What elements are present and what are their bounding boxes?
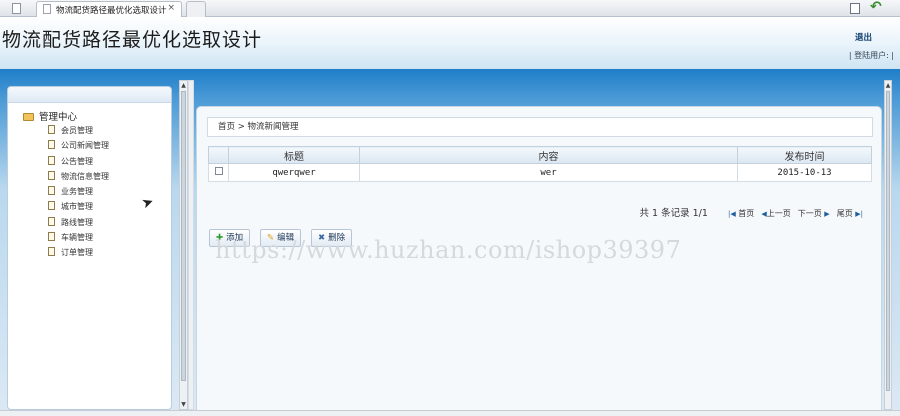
scrollbar-thumb[interactable] xyxy=(181,91,186,381)
page-icon xyxy=(48,247,55,257)
document-icon xyxy=(43,4,51,14)
sidebar-item-label: 会员管理 xyxy=(61,126,93,135)
sidebar-item-label: 车辆管理 xyxy=(61,233,93,243)
watermark: https://www.huzhan.com/ishop39397 xyxy=(215,236,682,264)
breadcrumb: 首页 > 物流新闻管理 xyxy=(207,117,873,137)
page-icon xyxy=(48,155,55,165)
cell-date: 2015-10-13 xyxy=(737,163,872,182)
sidebar-item-vehicle[interactable]: 车辆管理 xyxy=(48,232,109,247)
back-arrow-icon[interactable]: ↶ xyxy=(870,0,882,15)
sidebar-item-label: 路线管理 xyxy=(61,217,93,227)
page-icon xyxy=(48,140,55,150)
cell-content: wer xyxy=(359,163,738,182)
first-page-link[interactable]: |◀ 首页 xyxy=(728,209,754,218)
status-bar xyxy=(0,410,900,416)
news-table: 标题 内容 发布时间 qwerqwer wer 2015-10-13 xyxy=(208,146,872,182)
sidebar-root[interactable]: 管理中心 xyxy=(23,109,77,123)
sidebar-item-order[interactable]: 订单管理 xyxy=(48,247,109,262)
column-header-date[interactable]: 发布时间 xyxy=(737,146,872,164)
splitter-handle[interactable] xyxy=(188,80,194,410)
sidebar-header xyxy=(8,87,171,103)
prev-page-link[interactable]: ◀上一页 xyxy=(761,209,790,218)
record-summary: 共 1 条记录 1/1 xyxy=(639,208,708,219)
next-page-label: 下一页 xyxy=(797,209,822,218)
page-icon[interactable] xyxy=(12,3,21,14)
sidebar-item-member[interactable]: 会员管理 xyxy=(48,125,109,140)
column-header-title[interactable]: 标题 xyxy=(228,146,360,164)
app-header: 物流配货路径最优化选取设计 退出 | 登陆用户: | xyxy=(0,17,900,69)
scroll-up-icon[interactable]: ▲ xyxy=(180,81,187,90)
last-page-icon: ▶| xyxy=(855,210,863,218)
sidebar-item-company-news[interactable]: 公司新闻管理 xyxy=(48,140,109,155)
browser-tab[interactable]: 物流配货路径最优化选取设计 × xyxy=(36,1,182,17)
column-header-content[interactable]: 内容 xyxy=(359,146,738,164)
sidebar-menu: 会员管理 公司新闻管理 公告管理 物流信息管理 业务管理 城市管理 路线管理 车… xyxy=(48,125,109,263)
last-page-link[interactable]: 尾页 ▶| xyxy=(837,209,863,218)
sidebar-item-label: 城市管理 xyxy=(61,202,93,212)
logged-in-user: | 登陆用户: | xyxy=(848,51,894,60)
sidebar-item-label: 业务管理 xyxy=(61,187,93,197)
page-title: 物流配货路径最优化选取设计 xyxy=(2,29,263,51)
page-icon xyxy=(48,201,55,211)
scrollbar-thumb[interactable] xyxy=(886,91,890,391)
scroll-down-icon[interactable]: ▼ xyxy=(180,400,187,409)
sidebar-item-route[interactable]: 路线管理 xyxy=(48,216,109,232)
sidebar-item-notice[interactable]: 公告管理 xyxy=(48,155,109,171)
pagination: 共 1 条记录 1/1 |◀ 首页 ◀上一页 下一页 ▶ 尾页 ▶| xyxy=(640,205,863,219)
folder-open-icon xyxy=(23,113,34,121)
main-scrollbar[interactable]: ▲ xyxy=(884,80,892,410)
cell-title: qwerqwer xyxy=(228,163,360,182)
page-icon xyxy=(48,216,55,226)
tab-title: 物流配货路径最优化选取设计 xyxy=(56,6,167,16)
next-page-icon: ▶ xyxy=(824,210,830,218)
sidebar-item-label: 公告管理 xyxy=(61,156,93,166)
next-page-link[interactable]: 下一页 ▶ xyxy=(798,209,830,218)
sidebar-item-label: 公司新闻管理 xyxy=(61,141,109,151)
page-icon xyxy=(48,170,55,180)
tab-close-icon[interactable]: × xyxy=(167,3,175,13)
table-header-row: 标题 内容 发布时间 xyxy=(208,146,872,164)
sidebar-item-label: 订单管理 xyxy=(61,248,93,258)
table-row[interactable]: qwerqwer wer 2015-10-13 xyxy=(208,163,872,182)
new-tab-button[interactable] xyxy=(186,1,206,17)
scroll-up-icon[interactable]: ▲ xyxy=(885,81,891,90)
last-page-label: 尾页 xyxy=(836,209,853,218)
first-page-icon: |◀ xyxy=(727,210,736,218)
page-icon xyxy=(48,125,55,134)
first-page-label: 首页 xyxy=(738,209,755,218)
sidebar-scrollbar[interactable]: ▲ ▼ xyxy=(179,80,188,410)
sidebar: 管理中心 会员管理 公司新闻管理 公告管理 物流信息管理 业务管理 城市管理 路… xyxy=(7,86,172,410)
sidebar-item-logistics-info[interactable]: 物流信息管理 xyxy=(48,170,109,186)
sidebar-item-label: 物流信息管理 xyxy=(61,171,109,181)
page-icon xyxy=(48,232,55,242)
prev-page-label: 上一页 xyxy=(766,209,791,218)
sidebar-item-city[interactable]: 城市管理 xyxy=(48,201,109,216)
row-select-cell xyxy=(208,163,229,182)
select-column-header xyxy=(208,146,229,164)
logout-link[interactable]: 退出 xyxy=(855,31,872,43)
browser-tab-bar: 物流配货路径最优化选取设计 × ↶ xyxy=(0,0,900,17)
sidebar-item-business[interactable]: 业务管理 xyxy=(48,186,109,201)
page-icon xyxy=(48,186,55,196)
row-checkbox[interactable] xyxy=(214,167,223,175)
save-icon[interactable] xyxy=(850,3,860,14)
sidebar-root-label: 管理中心 xyxy=(39,112,78,123)
